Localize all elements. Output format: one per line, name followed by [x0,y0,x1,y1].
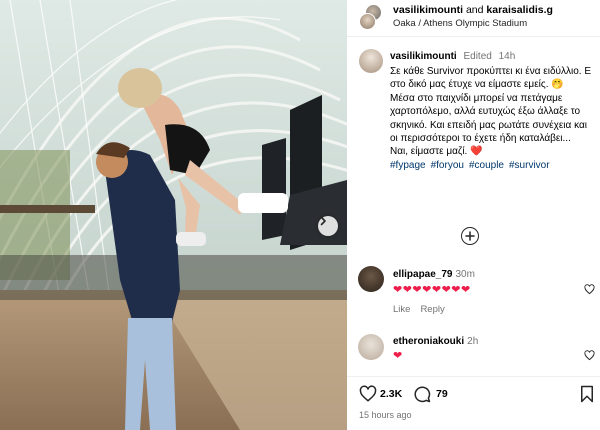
comment-header: etheroniakouki 2h [393,336,478,347]
reply-button[interactable]: Reply [420,304,444,315]
username-link[interactable]: etheroniakouki [393,336,464,347]
heart-icon[interactable] [584,350,595,361]
location-link[interactable]: Oaka / Athens Olympic Stadium [393,18,527,29]
username-link[interactable]: vasilikimounti [390,51,457,62]
avatar[interactable] [358,266,384,292]
like-count[interactable]: 2.3K [380,388,402,400]
joiner-text: and [465,4,484,16]
comment-actions: Like Reply [393,304,455,315]
comment-time: 2h [467,336,479,347]
post-photo [0,0,347,430]
bookmark-icon[interactable] [579,385,595,403]
avatar[interactable] [359,13,376,30]
username-link[interactable]: vasilikimounti [393,4,463,16]
emoji: ❤️ [470,146,483,158]
post-header: vasilikimounti and karaisalidis.g Oaka /… [347,0,600,37]
comment-time: 30m [455,269,475,280]
like-comment-button[interactable]: Like [393,304,410,315]
hashtag-link[interactable]: #foryou [431,160,464,171]
comment-text: ❤❤❤❤❤❤❤❤ [393,284,471,296]
heart-icon[interactable] [359,385,377,403]
comment-text: ❤ [393,350,403,362]
caption-text: Σε κάθε Survivor προκύπτει κι ένα ειδύλλ… [390,65,596,172]
avatar[interactable] [359,49,383,73]
next-arrow-icon [320,216,326,226]
post-action-bar: 2.3K 79 15 hours ago [347,376,600,430]
post-timestamp: 15 hours ago [359,410,412,420]
username-link[interactable]: karaisalidis.g [486,4,553,16]
username-link[interactable]: ellipapae_79 [393,269,452,280]
emoji: 🤭 [551,79,564,91]
collab-avatars[interactable] [359,4,383,30]
next-photo-button[interactable] [318,216,338,236]
load-more-comments-button[interactable] [461,227,479,245]
caption-line: Μέσα στο παιχνίδι μπορεί να πετάγαμε χαρ… [390,92,587,145]
load-more-comments-icon [465,231,475,241]
photo-illustration [0,0,347,430]
hashtag-list: #fypage #foryou #couple #survivor [390,159,596,172]
caption-header: vasilikimounti Edited 14h [390,51,515,62]
hashtag-link[interactable]: #fypage [390,160,426,171]
avatar[interactable] [358,334,384,360]
comment-icon[interactable] [413,385,431,403]
hashtag-link[interactable]: #survivor [509,160,550,171]
comment-header: ellipapae_79 30m [393,269,475,280]
comment-count[interactable]: 79 [436,388,448,400]
edited-label: Edited [463,51,492,62]
heart-icon[interactable] [584,284,595,295]
post-time: 14h [498,51,516,62]
hashtag-link[interactable]: #couple [469,160,504,171]
collab-usernames: vasilikimounti and karaisalidis.g [393,4,553,16]
post-side-panel: vasilikimounti and karaisalidis.g Oaka /… [347,0,600,430]
caption-line: Ναι, είμαστε μαζί. [390,146,468,158]
